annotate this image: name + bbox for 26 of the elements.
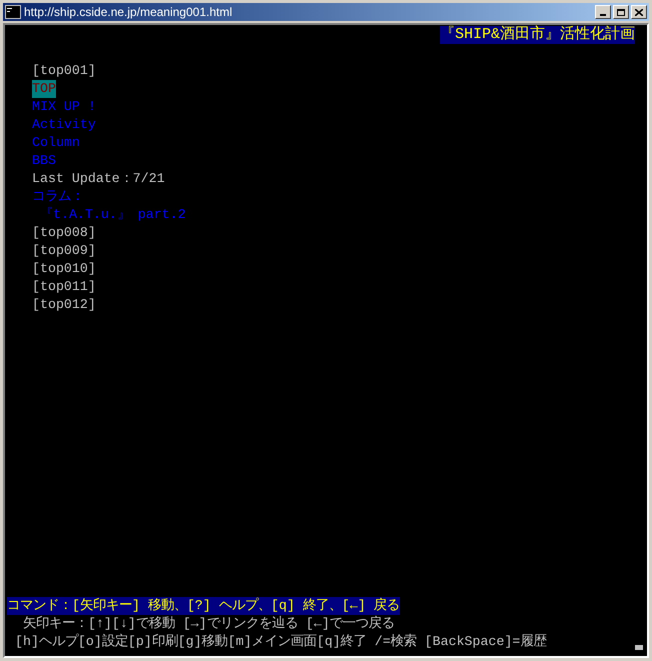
page-link[interactable]: Column	[32, 134, 80, 152]
page-link[interactable]: コラム：	[32, 188, 84, 206]
page-link[interactable]: MIX UP !	[32, 98, 96, 116]
page-link[interactable]: 『t.A.T.u.』 part.2	[32, 206, 186, 224]
window-title: http://ship.cside.ne.jp/meaning001.html	[24, 4, 234, 21]
close-icon	[635, 8, 643, 16]
page-link[interactable]: TOP	[32, 80, 56, 98]
page-text: [top009]	[32, 242, 96, 260]
console-icon	[5, 5, 21, 19]
page-text: Last Update：7/21	[32, 170, 165, 188]
page-text: [top012]	[32, 296, 96, 314]
page-text: [top011]	[32, 278, 96, 296]
site-banner: 『SHIP&酒田市』活性化計画	[440, 26, 635, 44]
maximize-icon	[617, 8, 625, 16]
maximize-button[interactable]	[613, 5, 629, 19]
page-text: [top010]	[32, 260, 96, 278]
cursor-block	[635, 645, 643, 650]
minimize-button[interactable]	[595, 5, 611, 19]
close-button[interactable]	[631, 5, 647, 19]
command-bar: コマンド：[矢印キー] 移動、[?] ヘルプ、[q] 終了、[←] 戻る	[7, 597, 400, 615]
help-text: 矢印キー：[↑][↓]で移動 [→]でリンクを辿る [←]で一つ戻る	[22, 615, 395, 633]
page-link[interactable]: BBS	[32, 152, 56, 170]
page-text: [top008]	[32, 224, 96, 242]
page-link[interactable]: Activity	[32, 116, 96, 134]
page-text: [top001]	[32, 62, 96, 80]
help-text: [h]ヘルプ[o]設定[p]印刷[g]移動[m]メイン画面[q]終了 /=検索 [BackSpace]=履歴	[14, 633, 546, 651]
